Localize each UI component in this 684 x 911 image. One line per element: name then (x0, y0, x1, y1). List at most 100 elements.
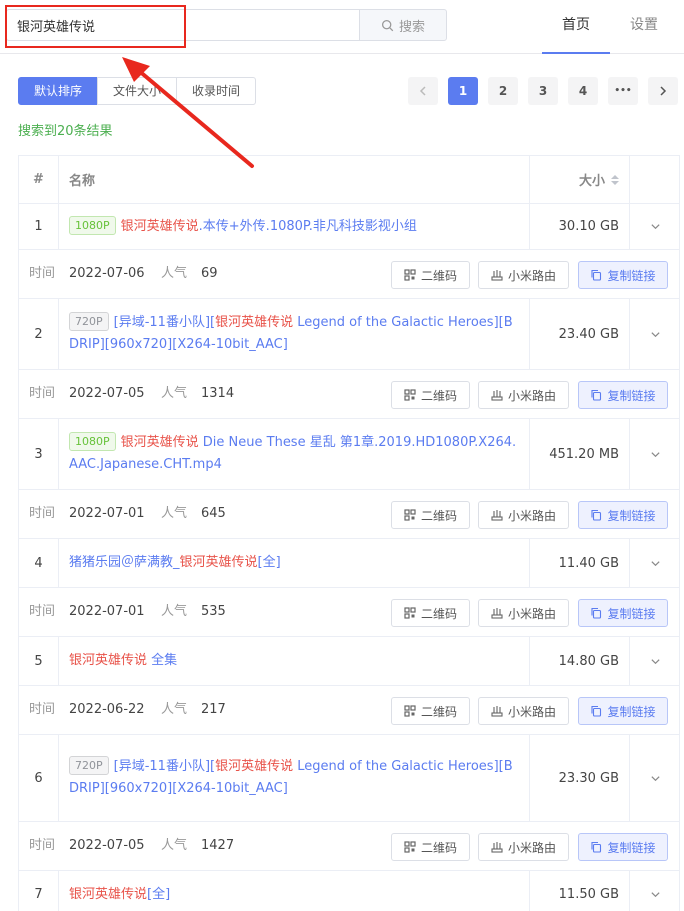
search-button[interactable]: 搜索 (359, 9, 447, 41)
popularity-label: 人气 (161, 386, 188, 401)
resource-title-link[interactable]: 720P [异域-11番小队][银河英雄传说 Legend of the Gala… (69, 756, 519, 800)
time-label: 时间 (29, 266, 56, 281)
expand-row-button[interactable] (630, 637, 681, 685)
copy-link-button[interactable]: 复制链接 (578, 261, 668, 289)
router-label: 小米路由 (507, 508, 556, 523)
expand-row-button[interactable] (630, 735, 681, 821)
resource-title-link[interactable]: 1080P 银河英雄传说.本传+外传.1080P.非凡科技影视小组 (69, 215, 417, 238)
qr-code-button[interactable]: 二维码 (391, 833, 470, 861)
header-index: # (19, 156, 59, 203)
quality-badge: 1080P (69, 432, 116, 451)
page-4-button[interactable]: 4 (568, 77, 598, 105)
name-rest: 全集 (147, 653, 178, 668)
expand-row-button[interactable] (630, 204, 681, 249)
name-rest: [全] (257, 555, 281, 570)
sort-time-button[interactable]: 收录时间 (176, 77, 257, 105)
chevron-down-icon (651, 892, 660, 898)
qr-code-button[interactable]: 二维码 (391, 599, 470, 627)
table-row: 4 猪猪乐园＠萨满教_银河英雄传说[全] 11.40 GB (19, 539, 679, 588)
router-icon (491, 270, 503, 281)
date-value: 2022-07-01 (69, 506, 145, 521)
header-size[interactable]: 大小 (530, 156, 630, 203)
table-row: 1 1080P 银河英雄传说.本传+外传.1080P.非凡科技影视小组 30.10… (19, 204, 679, 250)
search-input[interactable] (6, 9, 360, 41)
resource-title-link[interactable]: 银河英雄传说[全] (69, 884, 170, 906)
tab-home[interactable]: 首页 (542, 0, 610, 54)
expand-row-button[interactable] (630, 299, 681, 369)
router-icon (491, 510, 503, 521)
router-label: 小米路由 (507, 606, 556, 621)
result-count: 搜索到20条结果 (18, 124, 113, 139)
copy-link-label: 复制链接 (607, 704, 656, 719)
copy-link-label: 复制链接 (607, 606, 656, 621)
quality-badge: 720P (69, 312, 109, 331)
date-value: 2022-07-06 (69, 266, 145, 281)
popularity-label: 人气 (161, 702, 188, 717)
xiaomi-router-button[interactable]: 小米路由 (478, 501, 569, 529)
xiaomi-router-button[interactable]: 小米路由 (478, 833, 569, 861)
popularity-label: 人气 (161, 838, 188, 853)
qr-code-button[interactable]: 二维码 (391, 697, 470, 725)
copy-link-label: 复制链接 (607, 508, 656, 523)
resource-title-link[interactable]: 720P [异域-11番小队][银河英雄传说 Legend of the Gala… (69, 312, 519, 356)
copy-link-button[interactable]: 复制链接 (578, 381, 668, 409)
name-highlight: 银河英雄传说 (69, 886, 148, 902)
copy-icon (591, 607, 602, 619)
qr-code-icon (404, 841, 416, 853)
search-icon (381, 19, 394, 31)
xiaomi-router-button[interactable]: 小米路由 (478, 697, 569, 725)
expand-row-button[interactable] (630, 419, 681, 489)
name-prefix: [异域-11番小队][ (113, 759, 216, 774)
qr-code-button[interactable]: 二维码 (391, 261, 470, 289)
detail-row: 时间 2022-06-22 人气 217 二维码 小米路由 复制链接 (19, 686, 679, 735)
table-row: 7 银河英雄传说[全] 11.50 GB (19, 871, 679, 911)
expand-row-button[interactable] (630, 871, 681, 911)
sort-size-button[interactable]: 文件大小 (97, 77, 178, 105)
row-index: 7 (19, 871, 59, 911)
resource-title-link[interactable]: 猪猪乐园＠萨满教_银河英雄传说[全] (69, 552, 281, 574)
row-index: 4 (19, 539, 59, 587)
popularity-value: 1427 (201, 838, 235, 853)
next-page-button[interactable] (648, 77, 678, 105)
page-1-button[interactable]: 1 (448, 77, 478, 105)
chevron-right-icon (660, 86, 667, 96)
row-name-cell: 720P [异域-11番小队][银河英雄传说 Legend of the Gala… (59, 735, 530, 821)
router-label: 小米路由 (507, 704, 556, 719)
row-size: 23.40 GB (530, 299, 630, 369)
row-index: 5 (19, 637, 59, 685)
page-3-button[interactable]: 3 (528, 77, 558, 105)
sort-caret-icon[interactable] (611, 174, 619, 185)
more-pages-button[interactable]: ••• (608, 77, 638, 105)
xiaomi-router-button[interactable]: 小米路由 (478, 599, 569, 627)
expand-row-button[interactable] (630, 539, 681, 587)
resource-title-link[interactable]: 1080P 银河英雄传说 Die Neue These 星乱 第1章.2019.H… (69, 432, 519, 476)
tab-settings[interactable]: 设置 (614, 0, 674, 54)
chevron-down-icon (651, 224, 660, 230)
chevron-down-icon (651, 331, 660, 337)
qr-code-label: 二维码 (420, 508, 457, 523)
qr-code-icon (404, 607, 416, 619)
header-expand (630, 156, 681, 203)
copy-link-button[interactable]: 复制链接 (578, 833, 668, 861)
copy-link-button[interactable]: 复制链接 (578, 599, 668, 627)
detail-row: 时间 2022-07-05 人气 1314 二维码 小米路由 复制链接 (19, 370, 679, 419)
page-2-button[interactable]: 2 (488, 77, 518, 105)
sort-default-button[interactable]: 默认排序 (18, 77, 99, 105)
qr-code-button[interactable]: 二维码 (391, 381, 470, 409)
chevron-down-icon (651, 658, 660, 664)
router-icon (491, 706, 503, 717)
popularity-value: 1314 (201, 386, 235, 401)
prev-page-button[interactable] (408, 77, 438, 105)
resource-title-link[interactable]: 银河英雄传说 全集 (69, 650, 177, 672)
copy-link-button[interactable]: 复制链接 (578, 697, 668, 725)
table-header: # 名称 大小 (19, 156, 679, 204)
copy-link-button[interactable]: 复制链接 (578, 501, 668, 529)
xiaomi-router-button[interactable]: 小米路由 (478, 261, 569, 289)
xiaomi-router-button[interactable]: 小米路由 (478, 381, 569, 409)
router-label: 小米路由 (507, 840, 556, 855)
qr-code-button[interactable]: 二维码 (391, 501, 470, 529)
sort-group: 默认排序 文件大小 收录时间 (18, 77, 257, 105)
time-label: 时间 (29, 604, 56, 619)
row-size: 11.50 GB (530, 871, 630, 911)
row-size: 30.10 GB (530, 204, 630, 249)
